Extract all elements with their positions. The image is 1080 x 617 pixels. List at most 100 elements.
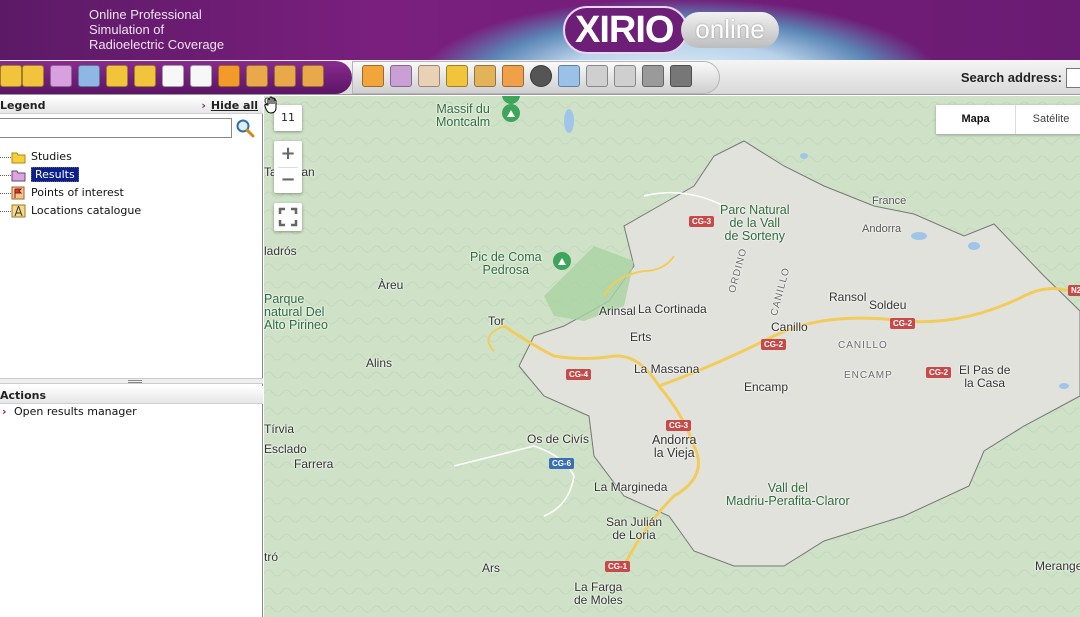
tree-item-label: Points of interest bbox=[31, 186, 124, 199]
map-label-erts: Erts bbox=[630, 330, 652, 344]
user-button[interactable] bbox=[246, 65, 268, 87]
new-study-button[interactable] bbox=[106, 65, 128, 87]
zoom-in-button[interactable]: + bbox=[274, 141, 302, 167]
map-label-encamp: Encamp bbox=[744, 380, 789, 394]
tagline-line: Simulation of bbox=[89, 22, 165, 37]
folder-icon bbox=[11, 152, 26, 164]
road-shield: CG-2 bbox=[890, 318, 916, 329]
label-text: Parc Natural de la Vall de Sorteny bbox=[720, 203, 790, 243]
tree-item-label: Studies bbox=[31, 150, 72, 163]
tree-item-label: Locations catalogue bbox=[31, 204, 142, 217]
chevron-right-icon: › bbox=[201, 99, 206, 112]
road-shield: CG-4 bbox=[566, 369, 592, 380]
tower-icon bbox=[11, 204, 26, 218]
label-text: Pic de Coma Pedrosa bbox=[470, 250, 542, 277]
chip-button[interactable] bbox=[670, 65, 692, 87]
user-icon bbox=[246, 65, 268, 87]
search-address-label: Search address: bbox=[960, 70, 1062, 85]
profile-icon bbox=[474, 65, 496, 87]
map-label-farrera: Farrera bbox=[294, 457, 334, 471]
hand-button[interactable] bbox=[418, 65, 440, 87]
hide-all-label: Hide all bbox=[210, 99, 258, 112]
km-measure-button[interactable] bbox=[446, 65, 468, 87]
mail-button[interactable] bbox=[614, 65, 636, 87]
map-label-parc-sorteny: Parc Natural de la Vall de Sorteny bbox=[720, 204, 789, 243]
study-wizard-icon bbox=[134, 65, 156, 87]
profile-button[interactable] bbox=[474, 65, 496, 87]
tagline-line: Online Professional bbox=[89, 7, 202, 22]
action-label: Open results manager bbox=[14, 405, 137, 418]
help-icon bbox=[502, 65, 524, 87]
logo-xirio: XIRIO bbox=[563, 6, 688, 54]
users-button[interactable] bbox=[274, 65, 296, 87]
poi-icon bbox=[11, 186, 25, 200]
zoom-out-button[interactable]: − bbox=[274, 167, 302, 193]
map-view[interactable]: Massif du Montcalm Pic de Coma Pedrosa P… bbox=[264, 96, 1080, 617]
user-settings-button[interactable] bbox=[302, 65, 324, 87]
road-shield: CG-2 bbox=[926, 367, 952, 378]
flag-icon bbox=[362, 65, 384, 87]
app-header: Online Professional Simulation of Radioe… bbox=[0, 0, 1080, 60]
panel-splitter[interactable] bbox=[0, 378, 263, 384]
map-type-map-button[interactable]: Mapa bbox=[936, 105, 1016, 134]
folder-results-button[interactable] bbox=[390, 65, 412, 87]
map-label-ars: Ars bbox=[482, 561, 500, 575]
map-label-canillo-region: CANILLO bbox=[838, 340, 888, 351]
map-label-massif: Massif du Montcalm bbox=[436, 103, 490, 129]
road-shield: CG-1 bbox=[605, 561, 631, 572]
map-label-canillo: Canillo bbox=[771, 320, 808, 334]
map-label-ransol: Ransol bbox=[829, 290, 867, 304]
left-panel: Legend › Hide all Studies Results Points … bbox=[0, 96, 263, 617]
table-icon bbox=[190, 65, 212, 87]
tree-item-locations-catalogue[interactable]: Locations catalogue bbox=[0, 202, 263, 220]
road-shield: CG-6 bbox=[549, 458, 575, 469]
hand-icon bbox=[418, 65, 440, 87]
map-label-arinsal: Arinsal bbox=[599, 304, 636, 318]
map-label-tor: Tor bbox=[488, 314, 505, 328]
hide-all-link[interactable]: › Hide all bbox=[201, 99, 258, 112]
tree-branch-line bbox=[0, 157, 11, 158]
legend-header: Legend › Hide all bbox=[0, 96, 263, 114]
folder-results-icon bbox=[390, 65, 412, 87]
refresh-button[interactable] bbox=[218, 65, 240, 87]
main-toolbar: Search address: bbox=[0, 60, 1080, 95]
zoom-control: + − bbox=[274, 141, 302, 193]
legend-search-input[interactable] bbox=[0, 118, 232, 138]
settings-icon bbox=[642, 65, 664, 87]
legend-button[interactable] bbox=[558, 65, 580, 87]
label-text: Vall del Madriu-Perafita-Claror bbox=[726, 481, 850, 508]
map-label-cortinada: La Cortinada bbox=[638, 302, 707, 316]
results-folder-icon bbox=[11, 170, 26, 182]
map-type-satellite-button[interactable]: Satélite bbox=[1016, 105, 1080, 134]
tree-branch-line bbox=[0, 175, 11, 176]
tree-item-label: Results bbox=[31, 167, 79, 182]
table-button[interactable] bbox=[190, 65, 212, 87]
calendar-button[interactable] bbox=[162, 65, 184, 87]
settings-button[interactable] bbox=[642, 65, 664, 87]
action-open-results-manager[interactable]: › Open results manager bbox=[0, 405, 137, 418]
help-button[interactable] bbox=[502, 65, 524, 87]
search-address-input[interactable] bbox=[1066, 68, 1080, 88]
chevron-right-icon: › bbox=[2, 405, 7, 418]
print-icon bbox=[586, 65, 608, 87]
zoom-divider bbox=[278, 167, 298, 168]
book-button[interactable] bbox=[78, 65, 100, 87]
folder-pink-button[interactable] bbox=[50, 65, 72, 87]
map-label-pic-coma-pedrosa: Pic de Coma Pedrosa bbox=[470, 251, 542, 277]
tree-item-studies[interactable]: Studies bbox=[0, 148, 263, 166]
fullscreen-button[interactable] bbox=[274, 203, 302, 231]
study-wizard-button[interactable] bbox=[134, 65, 156, 87]
tree-item-results[interactable]: Results bbox=[0, 166, 263, 184]
folder-button[interactable] bbox=[22, 65, 44, 87]
flag-button[interactable] bbox=[362, 65, 384, 87]
print-button[interactable] bbox=[586, 65, 608, 87]
map-type-control: Mapa Satélite bbox=[936, 105, 1080, 134]
splitter-grip bbox=[128, 380, 142, 383]
info-button[interactable] bbox=[530, 65, 552, 87]
book-icon bbox=[78, 65, 100, 87]
legend-search-button[interactable] bbox=[235, 118, 255, 138]
refresh-icon bbox=[218, 65, 240, 87]
open-folder-button[interactable] bbox=[0, 65, 22, 87]
fullscreen-icon bbox=[278, 207, 298, 227]
tree-item-points-of-interest[interactable]: Points of interest bbox=[0, 184, 263, 202]
